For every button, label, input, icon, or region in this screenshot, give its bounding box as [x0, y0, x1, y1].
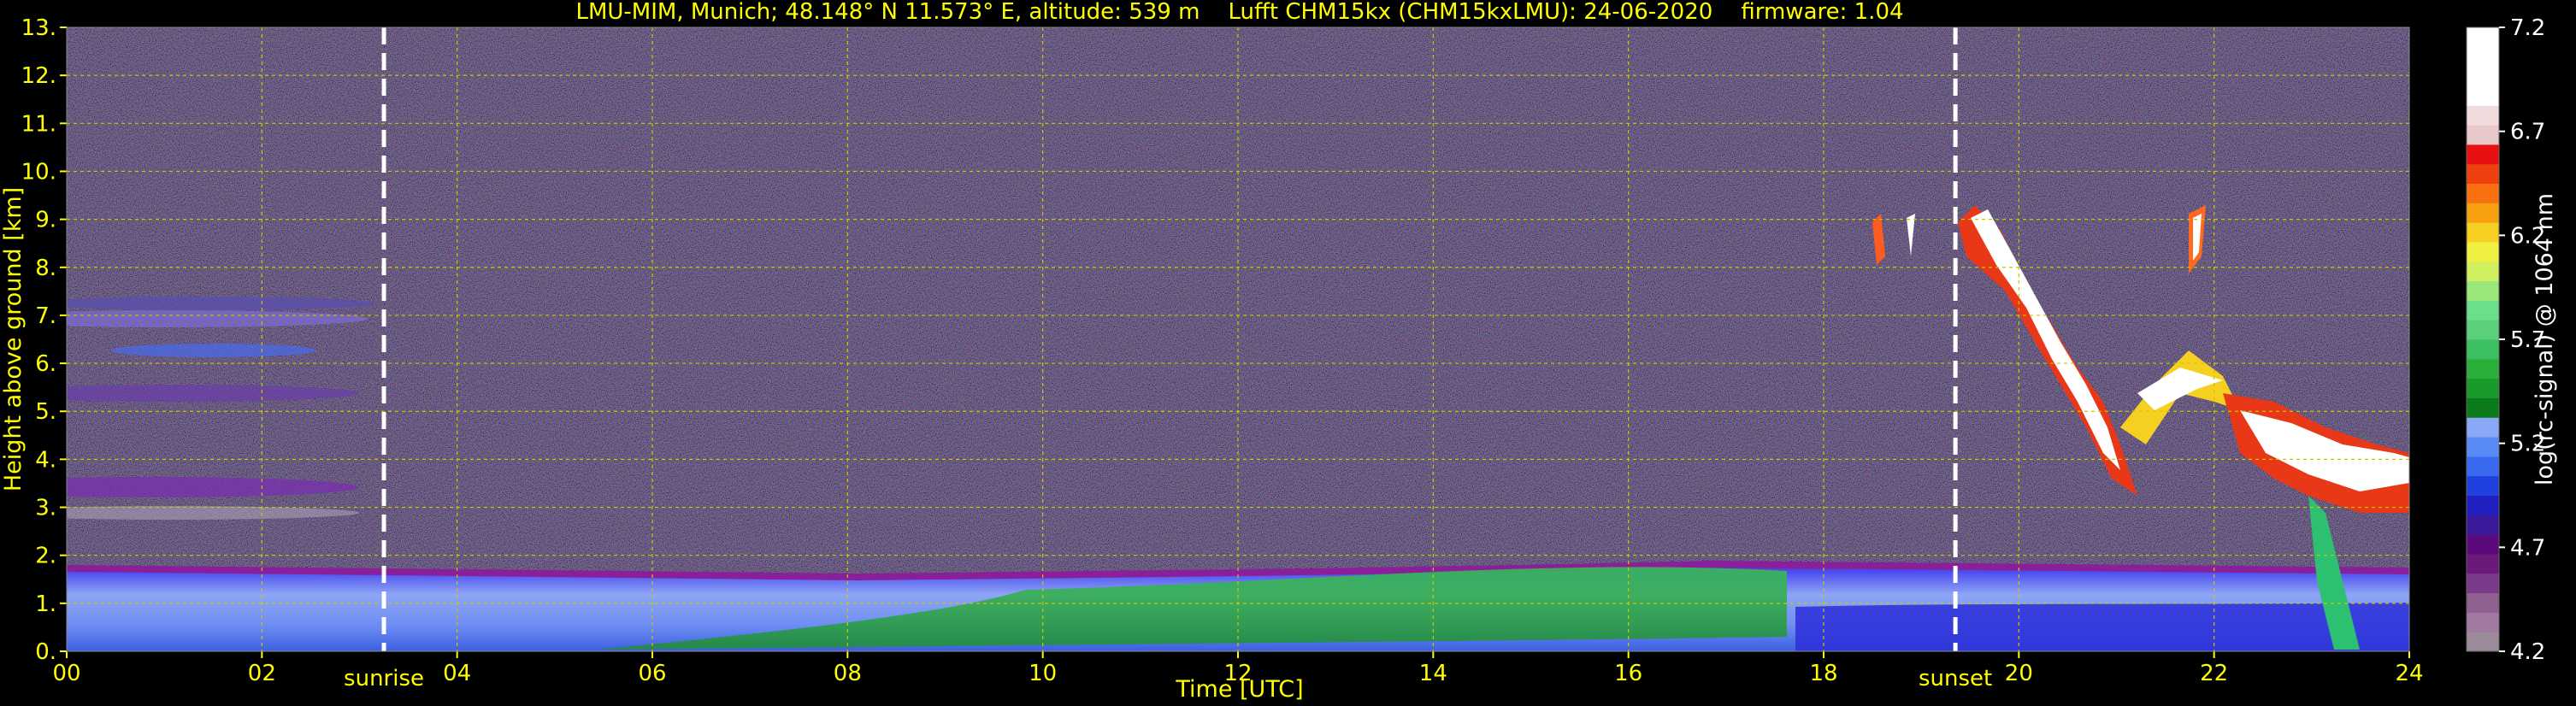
colorbar-swatch — [2467, 300, 2499, 321]
y-tick-label: 5. — [35, 399, 56, 425]
colorbar-swatches — [2467, 27, 2499, 652]
sunset-label: sunset — [1919, 666, 1992, 691]
colorbar-label: log(rc-signal) @ 1064 nm — [2532, 193, 2558, 485]
ceilometer-chart: sunrise sunset 00 02 04 06 08 10 12 14 16 18 20 22 24… — [0, 0, 2558, 703]
x-axis-label: Time [UTC] — [1175, 676, 1303, 703]
y-tick-label: 1. — [35, 591, 56, 617]
y-tick-label: 7. — [35, 303, 56, 329]
x-tick-label: 14 — [1419, 661, 1447, 686]
colorbar-swatch — [2467, 515, 2499, 535]
y-axis-label: Height above ground [km] — [0, 187, 27, 491]
y-tick-label: 6. — [35, 351, 56, 377]
colorbar-swatch — [2467, 632, 2499, 652]
colorbar-swatch — [2467, 475, 2499, 496]
colorbar-swatch — [2467, 339, 2499, 360]
colorbar-swatch — [2467, 280, 2499, 301]
colorbar-swatch — [2467, 241, 2499, 262]
colorbar-swatch — [2467, 417, 2499, 438]
colorbar-swatch — [2467, 320, 2499, 340]
colorbar-swatch — [2467, 183, 2499, 203]
x-tick-label: 16 — [1614, 661, 1642, 686]
colorbar-swatch — [2467, 261, 2499, 282]
colorbar-swatch — [2467, 27, 2499, 48]
lower-blue-layer — [1795, 603, 2409, 651]
colorbar-swatch — [2467, 592, 2499, 613]
colorbar-swatch — [2467, 46, 2499, 68]
colorbar-swatch — [2467, 573, 2499, 594]
colorbar-tick-label: 4.2 — [2510, 639, 2545, 665]
y-tick-label: 3. — [35, 496, 56, 521]
y-tick-label: 11. — [21, 111, 56, 137]
colorbar-swatch — [2467, 125, 2499, 145]
colorbar-swatch — [2467, 203, 2499, 223]
x-tick-label: 24 — [2395, 661, 2423, 686]
colorbar-swatch — [2467, 163, 2499, 184]
y-tick-label: 4. — [35, 447, 56, 473]
x-tick-label: 02 — [248, 661, 276, 686]
colorbar-swatch — [2467, 85, 2499, 106]
y-tick-label: 13. — [21, 15, 56, 41]
colorbar-swatch — [2467, 495, 2499, 515]
colorbar-swatch — [2467, 397, 2499, 418]
colorbar-swatch — [2467, 358, 2499, 379]
chart-title: LMU-MIM, Munich; 48.148° N 11.573° E, al… — [575, 0, 1903, 25]
colorbar-swatch — [2467, 612, 2499, 632]
colorbar-swatch — [2467, 378, 2499, 398]
y-tick-label: 0. — [35, 639, 56, 665]
colorbar-swatch — [2467, 456, 2499, 477]
colorbar-tick-label: 4.7 — [2510, 535, 2545, 561]
colorbar-swatch — [2467, 105, 2499, 126]
colorbar-tick-label: 7.2 — [2510, 15, 2545, 41]
y-tick-label: 12. — [21, 63, 56, 89]
x-tick-label: 00 — [52, 661, 80, 686]
y-tick-labels: 0. 1. 2. 3. 4. 5. 6. 7. 8. 9. 10. 11. 12. 13. — [21, 15, 67, 665]
x-tick-label: 18 — [1809, 661, 1837, 686]
y-tick-label: 10. — [21, 159, 56, 185]
colorbar-swatch — [2467, 66, 2499, 86]
x-tick-label: 20 — [2005, 661, 2033, 686]
colorbar-swatch — [2467, 534, 2499, 555]
x-tick-label: 04 — [443, 661, 471, 686]
colorbar-swatch — [2467, 437, 2499, 457]
y-tick-label: 9. — [35, 208, 56, 233]
x-tick-label: 22 — [2200, 661, 2228, 686]
sunrise-label: sunrise — [344, 666, 424, 691]
x-tick-label: 06 — [638, 661, 666, 686]
y-tick-label: 2. — [35, 544, 56, 569]
colorbar-swatch — [2467, 144, 2499, 165]
colorbar: 7.26.76.25.75.24.74.2 log(rc-signal) @ 1… — [2466, 15, 2558, 665]
colorbar-swatch — [2467, 222, 2499, 243]
colorbar-tick-label: 6.7 — [2510, 120, 2545, 145]
colorbar-swatch — [2467, 553, 2499, 574]
x-tick-label: 10 — [1029, 661, 1057, 686]
x-tick-label: 08 — [834, 661, 862, 686]
y-tick-label: 8. — [35, 256, 56, 281]
